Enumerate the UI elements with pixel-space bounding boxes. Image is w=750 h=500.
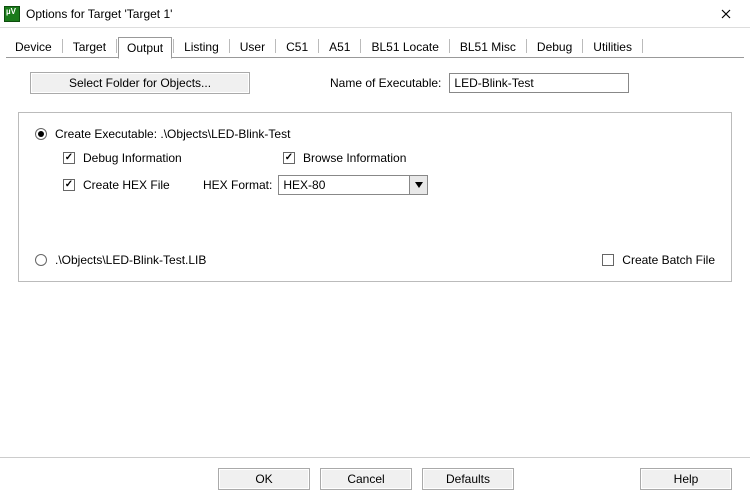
- browse-information-label: Browse Information: [303, 151, 406, 165]
- tab-label: BL51 Misc: [460, 40, 516, 54]
- tab-separator: [318, 39, 319, 53]
- tab-bl51-locate[interactable]: BL51 Locate: [362, 36, 447, 58]
- tab-label: Utilities: [593, 40, 632, 54]
- tab-label: Output: [127, 41, 163, 55]
- hex-format-dropdown[interactable]: HEX-80: [278, 175, 428, 195]
- button-label: Cancel: [347, 472, 384, 486]
- button-label: Defaults: [446, 472, 490, 486]
- tab-separator: [62, 39, 63, 53]
- create-lib-label: .\Objects\LED-Blink-Test.LIB: [55, 253, 206, 267]
- create-lib-radio[interactable]: [35, 254, 47, 266]
- tab-separator: [449, 39, 450, 53]
- defaults-button[interactable]: Defaults: [422, 468, 514, 490]
- browse-information-checkbox[interactable]: [283, 152, 295, 164]
- tab-device[interactable]: Device: [6, 36, 61, 58]
- button-label: Help: [674, 472, 699, 486]
- create-executable-radio[interactable]: [35, 128, 47, 140]
- tab-separator: [173, 39, 174, 53]
- tab-label: User: [240, 40, 265, 54]
- tab-debug[interactable]: Debug: [528, 36, 581, 58]
- tab-user[interactable]: User: [231, 36, 274, 58]
- tab-separator: [360, 39, 361, 53]
- create-hex-label: Create HEX File: [83, 178, 170, 192]
- close-button[interactable]: [706, 2, 746, 26]
- hex-format-value: HEX-80: [279, 176, 409, 194]
- tab-label: A51: [329, 40, 350, 54]
- dialog-button-bar: OK Cancel Defaults Help: [0, 457, 750, 500]
- debug-information-checkbox[interactable]: [63, 152, 75, 164]
- tab-separator: [582, 39, 583, 53]
- tab-strip: Device Target Output Listing User C51 A5…: [0, 28, 750, 58]
- window-title: Options for Target 'Target 1': [26, 7, 706, 21]
- button-label: Select Folder for Objects...: [69, 76, 211, 90]
- tab-separator: [642, 39, 643, 53]
- create-batch-label: Create Batch File: [622, 253, 715, 267]
- tab-label: Device: [15, 40, 52, 54]
- hex-format-label: HEX Format:: [203, 178, 272, 192]
- create-hex-checkbox[interactable]: [63, 179, 75, 191]
- create-executable-label: Create Executable: .\Objects\LED-Blink-T…: [55, 127, 290, 141]
- button-label: OK: [255, 472, 272, 486]
- debug-information-label: Debug Information: [83, 151, 182, 165]
- tab-separator: [275, 39, 276, 53]
- dropdown-button[interactable]: [409, 176, 427, 194]
- chevron-down-icon: [415, 182, 423, 188]
- output-groupbox: Create Executable: .\Objects\LED-Blink-T…: [18, 112, 732, 282]
- tab-bl51-misc[interactable]: BL51 Misc: [451, 36, 525, 58]
- tab-content-output: Select Folder for Objects... Name of Exe…: [0, 58, 750, 290]
- help-button[interactable]: Help: [640, 468, 732, 490]
- tab-target[interactable]: Target: [64, 36, 115, 58]
- app-icon: [4, 6, 20, 22]
- tab-output[interactable]: Output: [118, 37, 172, 59]
- select-folder-button[interactable]: Select Folder for Objects...: [30, 72, 250, 94]
- tab-c51[interactable]: C51: [277, 36, 317, 58]
- close-icon: [721, 9, 731, 19]
- name-of-executable-label: Name of Executable:: [330, 76, 441, 90]
- cancel-button[interactable]: Cancel: [320, 468, 412, 490]
- tab-separator: [116, 39, 117, 53]
- tab-a51[interactable]: A51: [320, 36, 359, 58]
- tab-utilities[interactable]: Utilities: [584, 36, 641, 58]
- ok-button[interactable]: OK: [218, 468, 310, 490]
- name-of-executable-input[interactable]: [449, 73, 629, 93]
- tab-label: Listing: [184, 40, 219, 54]
- create-batch-checkbox[interactable]: [602, 254, 614, 266]
- tab-listing[interactable]: Listing: [175, 36, 228, 58]
- tab-separator: [526, 39, 527, 53]
- tab-label: Debug: [537, 40, 572, 54]
- tab-label: Target: [73, 40, 106, 54]
- titlebar: Options for Target 'Target 1': [0, 0, 750, 28]
- tab-separator: [229, 39, 230, 53]
- tab-label: C51: [286, 40, 308, 54]
- tab-label: BL51 Locate: [371, 40, 438, 54]
